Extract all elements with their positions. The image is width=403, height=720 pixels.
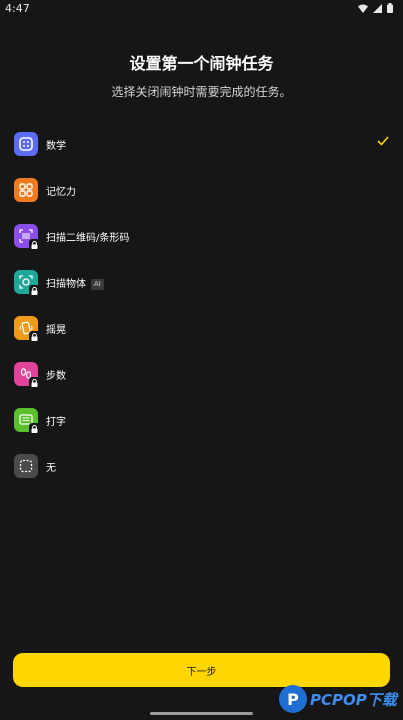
- signal-icon: [373, 3, 382, 13]
- task-item-math[interactable]: 数学: [0, 121, 403, 167]
- task-label: 打字: [46, 417, 66, 428]
- lock-icon: [29, 377, 40, 388]
- lock-icon: [29, 239, 40, 250]
- task-label: 摇晃: [46, 325, 66, 336]
- task-label: 无: [46, 463, 56, 474]
- task-label: 扫描二维码/条形码: [46, 233, 130, 244]
- lock-icon: [29, 331, 40, 342]
- task-item-none[interactable]: 无: [0, 443, 403, 489]
- task-item-shake[interactable]: 摇晃: [0, 305, 403, 351]
- none-dashed-icon: [14, 454, 38, 478]
- watermark-text: PCPOP下载: [310, 690, 397, 709]
- lock-icon: [29, 423, 40, 434]
- page-subtitle: 选择关闭闹钟时需要完成的任务。: [111, 85, 292, 99]
- status-bar: 4:47: [0, 0, 403, 18]
- task-list: 数学 记忆力 扫描二维码/条形码 扫描物体 AI 摇晃 步数 打字 无: [0, 121, 403, 489]
- task-label: 步数: [46, 371, 66, 382]
- check-icon: [377, 136, 389, 146]
- home-indicator[interactable]: [150, 712, 253, 715]
- wifi-icon: [358, 4, 368, 13]
- ai-badge: AI: [91, 279, 104, 290]
- task-label-text: 扫描物体: [46, 279, 86, 290]
- task-label: 数学: [46, 141, 66, 152]
- task-item-steps[interactable]: 步数: [0, 351, 403, 397]
- math-dice-icon: [14, 132, 38, 156]
- task-item-memory[interactable]: 记忆力: [0, 167, 403, 213]
- memory-grid-icon: [14, 178, 38, 202]
- task-item-typing[interactable]: 打字: [0, 397, 403, 443]
- page-title: 设置第一个闹钟任务: [129, 54, 274, 73]
- battery-icon: [387, 3, 393, 13]
- watermark-logo-icon: P: [279, 685, 307, 713]
- task-item-scan-object[interactable]: 扫描物体 AI: [0, 259, 403, 305]
- lock-icon: [29, 285, 40, 296]
- watermark: P PCPOP下载: [279, 681, 403, 717]
- task-label: 扫描物体 AI: [46, 275, 104, 290]
- status-time: 4:47: [5, 2, 30, 15]
- status-icons: [358, 3, 393, 13]
- task-label: 记忆力: [46, 187, 76, 198]
- task-item-barcode[interactable]: 扫描二维码/条形码: [0, 213, 403, 259]
